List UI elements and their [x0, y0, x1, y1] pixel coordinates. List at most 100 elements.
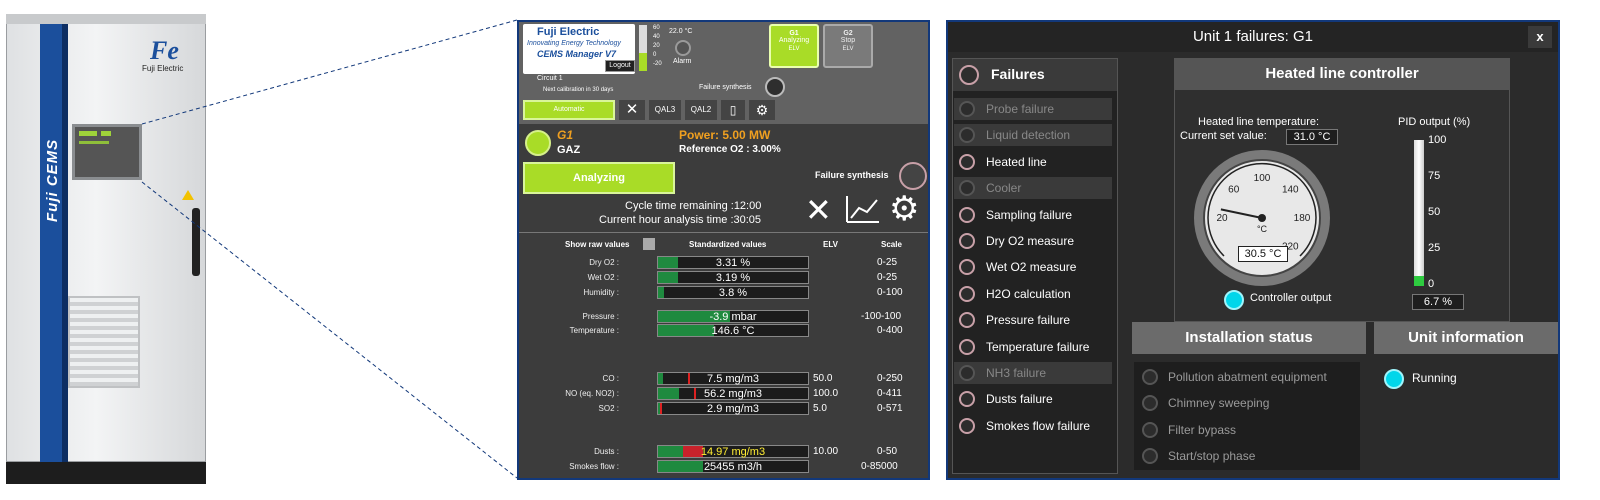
failure-item[interactable]: Temperature failure [954, 336, 1112, 358]
measurement-label: Dry O2 : [589, 258, 619, 267]
show-raw-checkbox[interactable] [643, 238, 655, 250]
failure-item[interactable]: Probe failure [954, 98, 1112, 120]
measurement-label: Pressure : [582, 312, 619, 321]
failure-label: Wet O2 measure [986, 260, 1077, 275]
failure-label: Liquid detection [986, 128, 1071, 143]
tab-qal3[interactable]: QAL3 [649, 100, 681, 120]
failure-item[interactable]: Wet O2 measure [954, 256, 1112, 278]
installation-label: Start/stop phase [1168, 449, 1256, 464]
g2-name: G2 [843, 30, 853, 37]
measurement-label: NO (eq. NO2) : [565, 389, 619, 398]
set-value: 31.0 °C [1286, 129, 1338, 145]
close-button[interactable]: x [1528, 26, 1552, 48]
cabinet-touchscreen [72, 124, 142, 180]
installation-label: Pollution abatment equipment [1168, 370, 1327, 384]
g1-status-lamp [525, 130, 551, 156]
pid-tick-label: 100 [1428, 134, 1447, 146]
failure-item[interactable]: NH3 failure [954, 362, 1112, 384]
measurement-elv: 100.0 [813, 388, 839, 399]
installation-label: Chimney sweeping [1168, 396, 1270, 411]
failure-item[interactable]: Dusts failure [954, 388, 1112, 410]
g2-elv: ELV [842, 46, 854, 52]
g1-elv: ELV [788, 46, 800, 52]
gas-bottle-icon[interactable]: ▯ [721, 100, 745, 120]
trend-chart-icon[interactable] [845, 194, 881, 226]
thermometer-tick: 40 [653, 34, 660, 40]
logout-button[interactable]: Logout [605, 60, 635, 72]
failure-lamp [959, 153, 975, 170]
failure-synthesis-lamp[interactable] [899, 162, 927, 190]
installation-item: Filter bypass [1138, 419, 1358, 441]
failure-item[interactable]: H2O calculation [954, 283, 1112, 305]
pid-tick-label: 75 [1428, 170, 1441, 182]
std-values-header: Standardized values [689, 240, 767, 249]
controller-output-label: Controller output [1250, 292, 1332, 304]
alarm-lamp [675, 40, 691, 56]
hour-analysis-time: Current hour analysis time :30:05 [599, 214, 762, 226]
gauge-tick-label: 140 [1282, 185, 1299, 196]
tab-qal2[interactable]: QAL2 [685, 100, 717, 120]
gauge-tick-label: 180 [1294, 213, 1311, 224]
thermometer-tick: 0 [653, 52, 657, 58]
measurement-scale: 0-411 [877, 388, 902, 399]
fuji-logo-icon: Fe [150, 36, 179, 65]
thermometer-tick: -20 [653, 61, 662, 67]
failure-item[interactable]: Sampling failure [954, 204, 1112, 226]
gas-type: GAZ [557, 144, 581, 156]
gauge-tick-label: 100 [1254, 173, 1271, 184]
failure-item[interactable]: Heated line [954, 151, 1112, 173]
measurement-elv: 5.0 [813, 403, 827, 414]
dialog-title: Unit 1 failures: G1 [948, 22, 1558, 52]
failure-lamp [959, 338, 975, 355]
settings-gear-icon-large[interactable]: ⚙ [889, 190, 919, 228]
temperature-gauge: 2060100140180220 °C [1194, 150, 1330, 286]
measurement-value: 2.9 mg/m3 [707, 403, 759, 415]
unit-status: Running [1412, 371, 1457, 385]
failure-item[interactable]: Pressure failure [954, 309, 1112, 331]
measurement-label: CO : [602, 374, 619, 383]
settings-gear-icon[interactable]: ⚙ [749, 100, 775, 120]
failure-item[interactable]: Liquid detection [954, 124, 1112, 147]
gas-name: G1 [557, 128, 574, 142]
automatic-mode-button[interactable]: Automatic [523, 100, 615, 120]
measurement-value: -3.9 mbar [709, 311, 757, 323]
wrench-icon[interactable]: ✕ [619, 100, 645, 120]
failure-item[interactable]: Dry O2 measure [954, 230, 1112, 252]
failure-lamp [959, 127, 975, 144]
failure-lamp [959, 206, 975, 223]
failure-label: Cooler [986, 181, 1022, 196]
failure-item[interactable]: Cooler [954, 177, 1112, 200]
g1-tile[interactable]: G1 Analyzing ELV [769, 24, 819, 68]
measurement-elv: 50.0 [813, 373, 833, 384]
installation-header: Installation status [1132, 322, 1366, 354]
measurement-bar: 3.31 % [657, 256, 809, 269]
measurement-value: 25455 m3/h [703, 461, 763, 473]
measurement-bar: 14.97 mg/m3 [657, 445, 809, 458]
maintenance-tools-icon[interactable]: ✕ [805, 192, 832, 228]
measurement-scale: 0-400 [877, 325, 903, 336]
failure-label: NH3 failure [986, 366, 1047, 380]
pid-ticks: 100 75 50 25 0 [1428, 134, 1458, 294]
failure-item[interactable]: Smokes flow failure [954, 415, 1112, 437]
app-name: CEMS Manager V7 [537, 49, 617, 59]
failure-label: Probe failure [986, 102, 1055, 116]
scale-header: Scale [881, 240, 902, 249]
failure-label: H2O calculation [986, 286, 1071, 301]
cabinet-top [6, 14, 206, 24]
g2-tile[interactable]: G2 Stop ELV [823, 24, 873, 68]
analyzing-button[interactable]: Analyzing [523, 162, 675, 194]
thermometer-tick: 20 [653, 43, 660, 49]
installation-lamp [1142, 421, 1158, 438]
failure-label: Sampling failure [986, 207, 1073, 222]
cems-manager-screen: Fuji Electric Innovating Energy Technolo… [517, 20, 930, 480]
installation-lamp [1142, 395, 1158, 412]
failure-lamp [959, 101, 975, 117]
failure-lamp [959, 285, 975, 302]
thermometer-tick: 60 [653, 25, 660, 31]
pid-label: PID output (%) [1398, 116, 1471, 128]
installation-item: Start/stop phase [1138, 445, 1358, 467]
installation-item: Pollution abatment equipment [1138, 366, 1358, 388]
elv-header: ELV [823, 240, 838, 249]
g1-name: G1 [789, 30, 799, 37]
measurement-label: Temperature : [569, 326, 619, 335]
